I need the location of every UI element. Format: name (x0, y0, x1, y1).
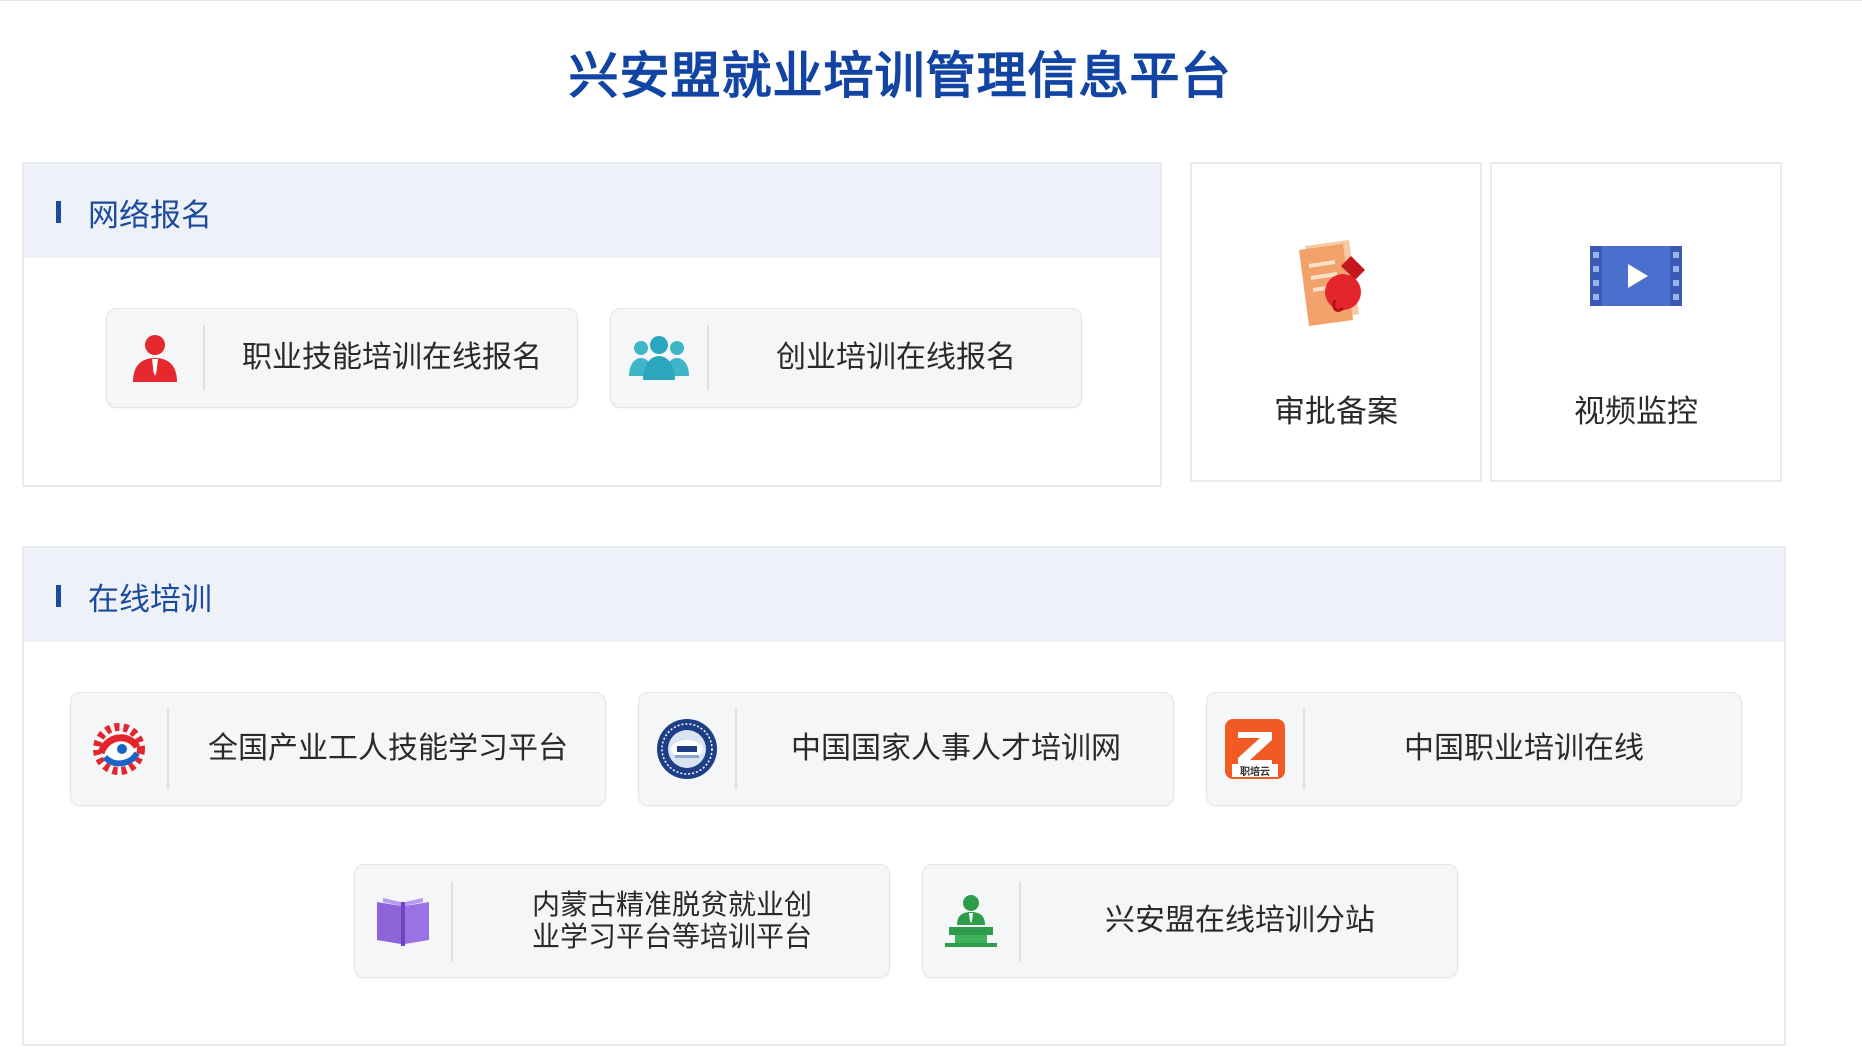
entrepreneurship-signup-button[interactable]: 创业培训在线报名 (610, 308, 1082, 408)
tile-label: 审批备案 (1274, 394, 1398, 430)
china-vocational-training-online-button[interactable]: 职培云 中国职业培训在线 (1206, 692, 1742, 806)
person-red-icon (107, 309, 203, 407)
button-separator (167, 709, 169, 789)
button-separator (203, 325, 205, 391)
online-training-panel: 在线培训 全国产业工人技能学习平台 中国国家人事人才培训网 职培云 中国职业培训… (22, 546, 1786, 1046)
tile-label: 视频监控 (1574, 394, 1698, 430)
button-label: 中国职业培训在线 (1404, 730, 1644, 766)
button-label: 兴安盟在线培训分站 (1105, 902, 1375, 938)
button-label: 职业技能培训在线报名 (242, 339, 542, 375)
approval-filing-tile[interactable]: 审批备案 (1190, 162, 1482, 482)
heading-accent-bar (56, 201, 61, 223)
button-separator (1019, 881, 1021, 961)
book-icon (355, 865, 451, 977)
national-worker-skills-platform-button[interactable]: 全国产业工人技能学习平台 (70, 692, 606, 806)
gear-logo-icon (71, 693, 167, 805)
button-label: 创业培训在线报名 (776, 339, 1016, 375)
seal-logo-icon (639, 693, 735, 805)
button-label: 全国产业工人技能学习平台 (208, 730, 568, 766)
button-separator (707, 325, 709, 391)
online-training-heading: 在线培训 (88, 582, 212, 618)
lecturer-icon (923, 865, 1019, 977)
online-training-panel-header: 在线培训 (24, 548, 1784, 642)
zhipeiyun-logo-icon: 职培云 (1207, 693, 1303, 805)
video-play-icon (1492, 234, 1780, 314)
button-label: 中国国家人事人才培训网 (791, 730, 1121, 766)
heading-accent-bar (56, 585, 61, 607)
button-separator (735, 709, 737, 789)
button-label-line-1: 内蒙古精准脱贫就业创 (531, 887, 812, 921)
button-label-line-2: 业学习平台等培训平台 (531, 920, 812, 953)
page-title: 兴安盟就业培训管理信息平台 (568, 47, 1232, 105)
approval-document-icon (1192, 234, 1480, 330)
registration-panel-header: 网络报名 (24, 164, 1160, 258)
video-monitoring-tile[interactable]: 视频监控 (1490, 162, 1782, 482)
group-teal-icon (611, 309, 707, 407)
vocational-skill-signup-button[interactable]: 职业技能培训在线报名 (106, 308, 578, 408)
registration-heading: 网络报名 (88, 198, 212, 234)
button-separator (1303, 709, 1305, 789)
zhipeiyun-logo-text: 职培云 (1240, 765, 1270, 778)
inner-mongolia-poverty-platform-button[interactable]: 内蒙古精准脱贫就业创 业学习平台等培训平台 (354, 864, 890, 978)
button-label: 内蒙古精准脱贫就业创 业学习平台等培训平台 (455, 865, 889, 977)
registration-panel: 网络报名 职业技能培训在线报名 创业培训在线报名 (22, 162, 1162, 487)
button-separator (451, 881, 453, 961)
china-personnel-training-network-button[interactable]: 中国国家人事人才培训网 (638, 692, 1174, 806)
xinganmeng-online-training-branch-button[interactable]: 兴安盟在线培训分站 (922, 864, 1458, 978)
top-divider (0, 0, 1862, 1)
